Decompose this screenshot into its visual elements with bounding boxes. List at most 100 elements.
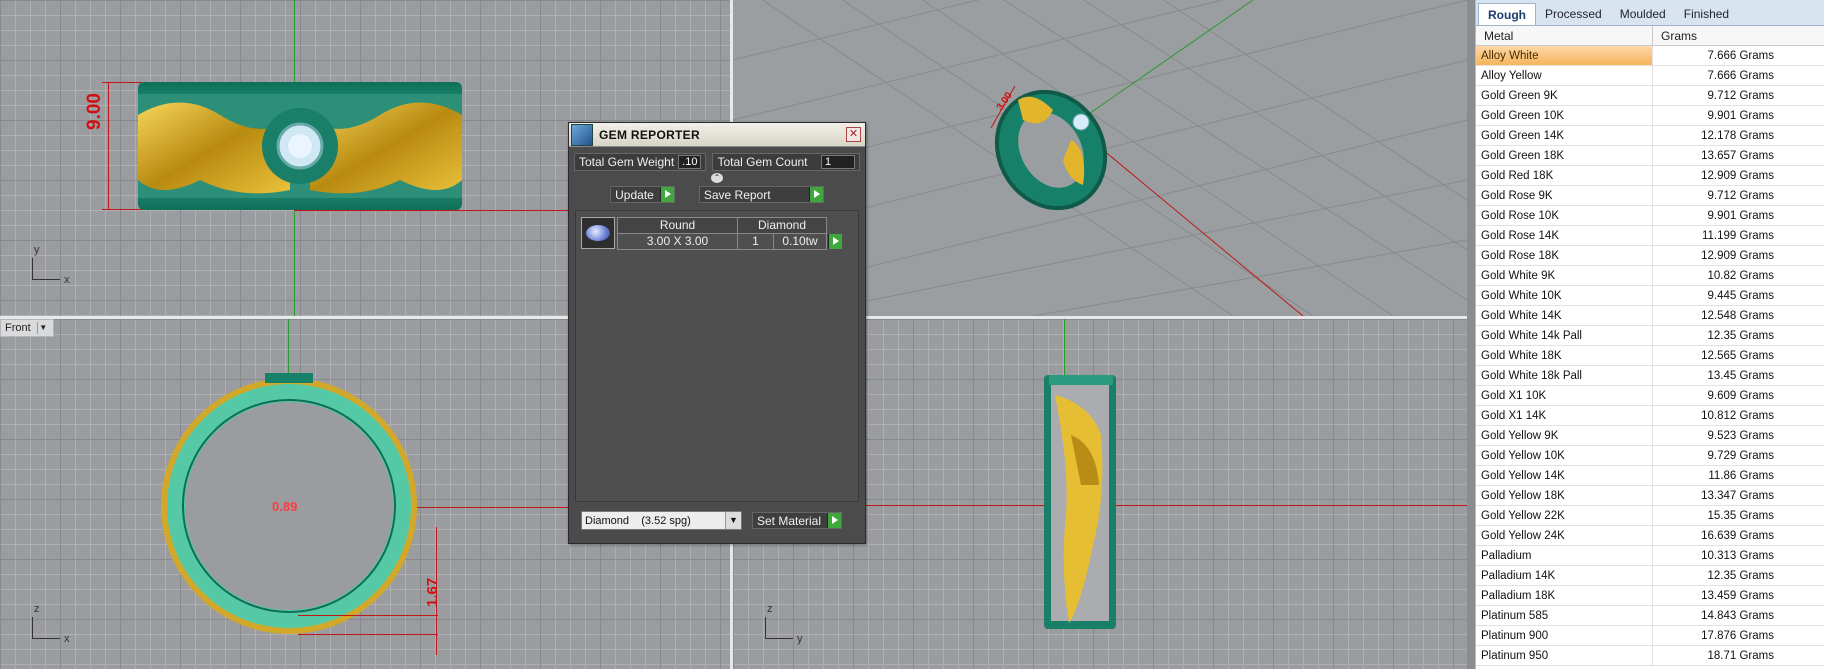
metal-grams: 17.876 Grams [1701,630,1774,642]
metal-name: Gold Red 18K [1476,166,1653,185]
set-material-label: Set Material [757,513,822,528]
metal-name: Gold Green 10K [1476,106,1653,125]
metal-grams: 7.666 Grams [1707,50,1774,62]
table-row[interactable]: Platinum 900 17.876 Grams [1476,626,1824,646]
gem-reporter-title: GEM REPORTER [599,127,700,142]
table-row[interactable]: Alloy Yellow 7.666 Grams [1476,66,1824,86]
metal-grams: 9.445 Grams [1707,290,1774,302]
metal-name: Gold White 14k Pall [1476,326,1653,345]
table-row[interactable]: Palladium 18K 13.459 Grams [1476,586,1824,606]
total-count-field: Total Gem Count 1 [712,153,860,171]
viewport-title-label: Front [5,322,31,334]
tab-finished[interactable]: Finished [1675,3,1738,25]
table-row[interactable]: Palladium 10.313 Grams [1476,546,1824,566]
grams-column-header[interactable]: Grams [1653,26,1697,45]
tab-moulded[interactable]: Moulded [1611,3,1675,25]
collapse-icon[interactable]: ⌃ [711,173,723,183]
gem-type-header: Diamond [757,218,807,232]
top-dimension-label: 9.00 [84,93,105,130]
metal-name: Gold Rose 18K [1476,246,1653,265]
play-icon [808,187,823,202]
table-row[interactable]: Platinum 950 18.71 Grams [1476,646,1824,666]
table-row[interactable]: Gold Rose 14K 11.199 Grams [1476,226,1824,246]
metal-grams: 12.178 Grams [1701,130,1774,142]
metal-name: Gold White 18K [1476,346,1653,365]
table-row[interactable]: Alloy White 7.666 Grams [1476,46,1824,66]
z-axis-line-right [1064,319,1065,379]
chevron-down-icon[interactable]: ▼ [36,322,49,334]
table-row[interactable]: Gold Yellow 18K 13.347 Grams [1476,486,1824,506]
table-row[interactable]: Gold Green 14K 12.178 Grams [1476,126,1824,146]
total-weight-label: Total Gem Weight [579,154,675,169]
table-row[interactable]: Gold White 18k Pall 13.45 Grams [1476,366,1824,386]
table-row[interactable]: Gold X1 14K 10.812 Grams [1476,406,1824,426]
metal-grams: 11.199 Grams [1701,230,1774,242]
play-icon [827,513,842,528]
metal-grams: 12.909 Grams [1701,170,1774,182]
table-row[interactable]: Gold White 18K 12.565 Grams [1476,346,1824,366]
table-row[interactable]: Gold Green 18K 13.657 Grams [1476,146,1824,166]
table-row[interactable]: Gold Yellow 22K 15.35 Grams [1476,506,1824,526]
round-gem-icon [586,225,610,241]
weight-tabs: Rough Processed Moulded Finished [1476,0,1824,26]
totals-row: Total Gem Weight .10 Total Gem Count 1 [569,147,865,173]
tab-processed[interactable]: Processed [1536,3,1611,25]
metal-grams: 9.901 Grams [1707,110,1774,122]
metal-name: Gold X1 10K [1476,386,1653,405]
table-row[interactable]: Gold Yellow 14K 11.86 Grams [1476,466,1824,486]
gem-reporter-titlebar[interactable]: GEM REPORTER ✕ [569,123,865,147]
viewport-title[interactable]: Front ▼ [0,319,54,337]
metal-name: Gold White 14K [1476,306,1653,325]
set-material-button[interactable]: Set Material [752,512,843,529]
save-report-label: Save Report [703,187,771,202]
total-weight-field: Total Gem Weight .10 [574,153,707,171]
metal-grams: 10.313 Grams [1701,550,1774,562]
metal-weight-panel: Rough Processed Moulded Finished Metal Gram… [1475,0,1824,669]
metal-grams: 16.639 Grams [1701,530,1774,542]
table-row[interactable]: Gold Rose 10K 9.901 Grams [1476,206,1824,226]
gem-size: 3.00 X 3.00 [618,234,738,249]
table-row[interactable]: Platinum 585 14.843 Grams [1476,606,1824,626]
metal-name: Gold Yellow 9K [1476,426,1653,445]
table-row[interactable]: Gold White 9K 10.82 Grams [1476,266,1824,286]
table-row[interactable]: Gold Yellow 10K 9.729 Grams [1476,446,1824,466]
table-row[interactable]: Gold White 14k Pall 12.35 Grams [1476,326,1824,346]
metal-grams: 9.729 Grams [1707,450,1774,462]
save-report-button[interactable]: Save Report [698,186,824,203]
table-row[interactable]: Gold White 14K 12.548 Grams [1476,306,1824,326]
table-row[interactable]: Gold X1 10K 9.609 Grams [1476,386,1824,406]
table-row[interactable]: Gold Rose 18K 12.909 Grams [1476,246,1824,266]
table-row[interactable]: Gold Yellow 9K 9.523 Grams [1476,426,1824,446]
total-weight-value[interactable]: .10 [678,155,702,169]
total-count-value[interactable]: 1 [821,155,855,169]
table-row[interactable]: Gold Green 9K 9.712 Grams [1476,86,1824,106]
table-row[interactable]: Gold Yellow 24K 16.639 Grams [1476,526,1824,546]
close-icon[interactable]: ✕ [846,127,861,142]
gem-reporter-window: GEM REPORTER ✕ Total Gem Weight .10 Tota… [568,122,866,544]
table-row[interactable]: Gold Red 18K 12.909 Grams [1476,166,1824,186]
metal-name: Platinum 900 [1476,626,1653,645]
metal-column-header[interactable]: Metal [1476,26,1653,45]
material-select[interactable]: Diamond (3.52 spg) ▼ [581,511,742,530]
center-dimension-label: 0.89 [272,499,298,514]
update-button[interactable]: Update [610,186,675,203]
metal-grams: 9.609 Grams [1707,390,1774,402]
table-row[interactable]: Gold Rose 9K 9.712 Grams [1476,186,1824,206]
thickness-dim-top [298,615,438,616]
gem-thumbnail [581,217,615,249]
play-icon [828,234,842,249]
metal-name: Gold White 10K [1476,286,1653,305]
metal-grams: 10.82 Grams [1707,270,1774,282]
gem-list-item[interactable]: Round Diamond 3.00 X 3.00 1 0.10tw [576,211,858,256]
metal-name: Gold Yellow 10K [1476,446,1653,465]
metal-name: Gold Yellow 22K [1476,506,1653,525]
gem-detail-button[interactable] [828,234,842,249]
table-row[interactable]: Gold White 10K 9.445 Grams [1476,286,1824,306]
metal-name: Gold Yellow 18K [1476,486,1653,505]
gem-list[interactable]: Round Diamond 3.00 X 3.00 1 0.10tw [575,210,859,502]
table-row[interactable]: Gold Green 10K 9.901 Grams [1476,106,1824,126]
table-row[interactable]: Palladium 14K 12.35 Grams [1476,566,1824,586]
metal-name: Palladium 18K [1476,586,1653,605]
tab-rough[interactable]: Rough [1478,3,1536,25]
metal-grams: 12.548 Grams [1701,310,1774,322]
